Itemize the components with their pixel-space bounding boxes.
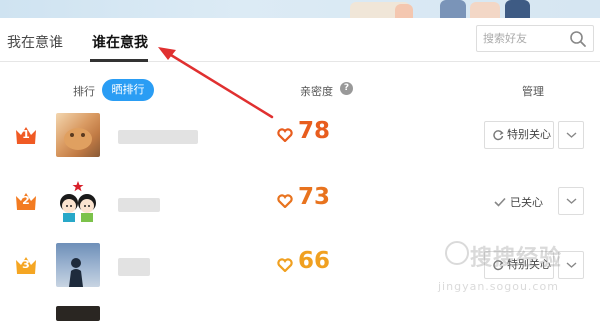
intimacy-column-label: 亲密度 bbox=[300, 85, 333, 98]
rank-number: 2 bbox=[22, 194, 30, 207]
help-icon[interactable]: ? bbox=[340, 82, 353, 95]
rank-crown-icon: 3 bbox=[13, 254, 39, 276]
special-care-button[interactable]: 特别关心 bbox=[484, 121, 554, 149]
rank-number: 3 bbox=[22, 258, 30, 271]
avatar[interactable] bbox=[56, 179, 100, 223]
more-options-button[interactable] bbox=[558, 187, 584, 215]
banner-figure-face bbox=[470, 2, 500, 18]
nickname-blurred bbox=[118, 198, 160, 212]
nickname-blurred bbox=[118, 258, 150, 276]
active-tab-indicator bbox=[90, 59, 148, 62]
rank-number: 1 bbox=[22, 128, 30, 141]
banner-figure-body bbox=[505, 0, 530, 18]
avatar[interactable] bbox=[56, 113, 100, 157]
followed-status: 已关心 bbox=[494, 194, 543, 210]
special-care-label: 特别关心 bbox=[507, 128, 551, 141]
show-rank-button[interactable]: 晒排行 bbox=[102, 79, 154, 101]
avatar[interactable] bbox=[56, 306, 100, 321]
friend-row: 2 73 已关心 bbox=[0, 174, 600, 232]
followed-label: 已关心 bbox=[510, 196, 543, 209]
check-icon bbox=[494, 197, 506, 207]
intimacy-score: 73 bbox=[298, 184, 331, 210]
chevron-down-icon bbox=[566, 262, 577, 268]
top-banner bbox=[0, 0, 600, 18]
search-icon[interactable] bbox=[569, 30, 587, 48]
rank-crown-icon: 2 bbox=[13, 190, 39, 212]
heart-icon bbox=[277, 128, 293, 142]
friend-search-box bbox=[476, 25, 594, 52]
intimacy-score: 78 bbox=[298, 118, 331, 144]
tab-who-cares-me[interactable]: 谁在意我 bbox=[92, 32, 148, 52]
manage-column-label: 管理 bbox=[522, 85, 544, 98]
chevron-down-icon bbox=[566, 132, 577, 138]
chevron-down-icon bbox=[566, 198, 577, 204]
watermark-url: jingyan.sogou.com bbox=[438, 280, 559, 293]
watermark-text: 搜搜经验 bbox=[470, 246, 563, 271]
banner-figure-body bbox=[440, 0, 466, 18]
more-options-button[interactable] bbox=[558, 121, 584, 149]
list-header: 排行 晒排行 亲密度 ? 管理 bbox=[0, 78, 600, 102]
intimacy-score: 66 bbox=[298, 248, 331, 274]
search-input[interactable] bbox=[477, 26, 565, 51]
rank-column-label: 排行 bbox=[73, 85, 95, 98]
refresh-icon bbox=[493, 130, 504, 141]
friend-row: 1 78 特别关心 bbox=[0, 108, 600, 166]
heart-icon bbox=[277, 258, 293, 272]
avatar[interactable] bbox=[56, 243, 100, 287]
rank-crown-icon: 1 bbox=[13, 124, 39, 146]
banner-figure-face bbox=[395, 4, 413, 18]
nickname-blurred bbox=[118, 130, 198, 144]
tab-who-i-care[interactable]: 我在意谁 bbox=[7, 32, 63, 52]
heart-icon bbox=[277, 194, 293, 208]
